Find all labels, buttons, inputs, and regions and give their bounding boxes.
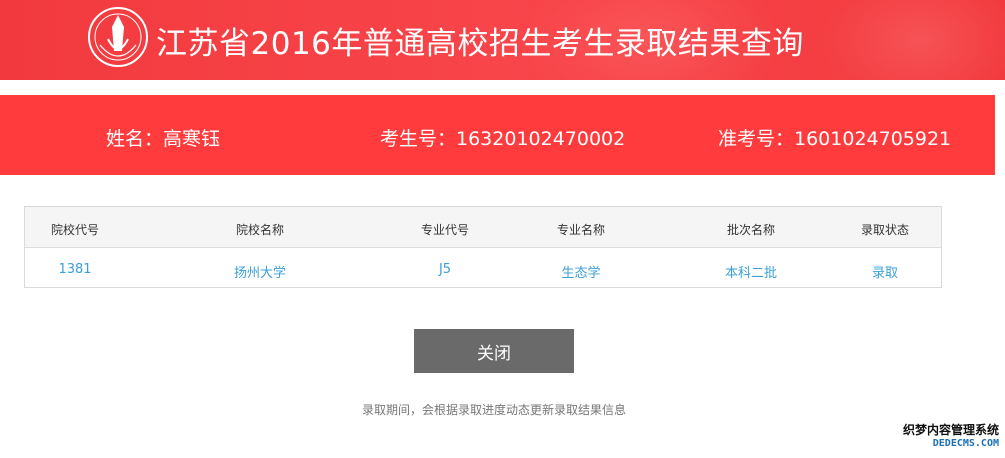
header-gap — [0, 80, 1005, 95]
update-notice: 录取期间，会根据录取进度动态更新录取结果信息 — [361, 403, 626, 417]
banner-glow — [820, 0, 1005, 80]
column-header-school-code: 院校代号 — [50, 223, 99, 237]
cell-batch-name[interactable]: 本科二批 — [701, 262, 801, 281]
exam-number: 考生号：16320102470002 — [380, 128, 626, 150]
cell-admission-status[interactable]: 录取 — [835, 262, 935, 281]
cell-major-code[interactable]: J5 — [395, 262, 495, 277]
column-header-batch-name: 批次名称 — [726, 223, 775, 237]
admission-number: 准考号：1601024705921 — [718, 128, 952, 150]
watermark-text: 织梦内容管理系统 — [902, 423, 999, 437]
watermark-logo: 织梦内容管理系统 DEDECMS.COM — [893, 421, 999, 451]
page-title: 江苏省2016年普通高校招生考生录取结果查询 — [156, 26, 804, 62]
column-header-school-name: 院校名称 — [235, 223, 284, 237]
student-info-bar: 姓名：高寒钰 考生号：16320102470002 准考号：1601024705… — [0, 95, 995, 175]
header-banner: 江苏省2016年普通高校招生考生录取结果查询 — [0, 0, 1005, 80]
column-header-major-name: 专业名称 — [556, 223, 605, 237]
column-header-major-code: 专业代号 — [420, 223, 469, 237]
school-emblem-icon — [88, 7, 148, 67]
close-button[interactable]: 关闭 — [414, 329, 574, 373]
student-name: 姓名：高寒钰 — [106, 128, 221, 150]
admission-results-table: 院校代号 院校名称 专业代号 专业名称 批次名称 录取状态 1381 扬州大学 … — [24, 206, 942, 288]
column-header-admission-status: 录取状态 — [860, 223, 909, 237]
table-header: 院校代号 院校名称 专业代号 专业名称 批次名称 录取状态 — [25, 207, 941, 248]
cell-major-name[interactable]: 生态学 — [531, 262, 631, 281]
watermark-url: DEDECMS.COM — [932, 438, 999, 449]
cell-school-name[interactable]: 扬州大学 — [185, 262, 335, 281]
cell-school-code[interactable]: 1381 — [25, 262, 125, 277]
